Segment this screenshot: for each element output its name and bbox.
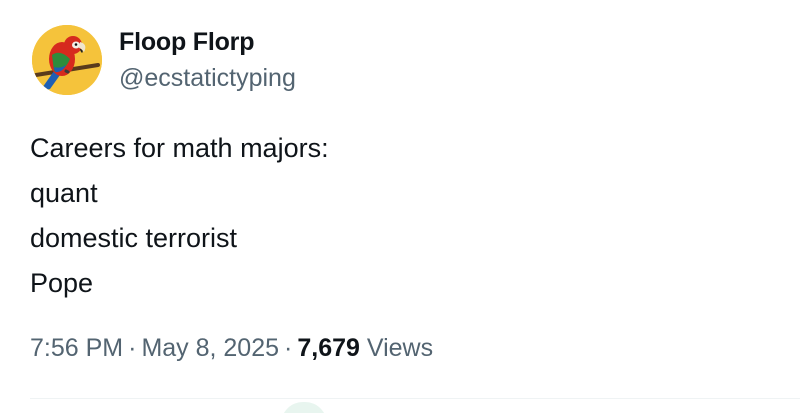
meta-separator: · [128, 334, 137, 362]
meta-separator: · [284, 334, 293, 362]
parrot-avatar-icon [32, 25, 102, 95]
tweet-text-line: quant [30, 178, 98, 208]
tweet-text-line: Pope [30, 268, 94, 298]
tweet-date[interactable]: May 8, 2025 [141, 334, 279, 362]
tweet-text-line: domestic terrorist [30, 223, 238, 253]
tweet-time[interactable]: 7:56 PM [30, 334, 123, 362]
tweet-metadata: 7:56 PM · May 8, 2025 · 7,679 Views [30, 334, 433, 363]
avatar[interactable] [32, 25, 102, 95]
author-handle[interactable]: @ecstatictyping [119, 64, 296, 93]
views-count[interactable]: 7,679 [297, 334, 360, 362]
tweet-text-line: Careers for math majors: [30, 133, 329, 163]
divider [30, 398, 800, 399]
views-label[interactable]: Views [367, 334, 433, 362]
tweet-text: Careers for math majors: quant domestic … [30, 126, 329, 306]
partial-action-icon [281, 402, 327, 413]
author-display-name[interactable]: Floop Florp [119, 28, 254, 57]
tweet: Floop Florp @ecstatictyping Careers for … [0, 0, 800, 413]
